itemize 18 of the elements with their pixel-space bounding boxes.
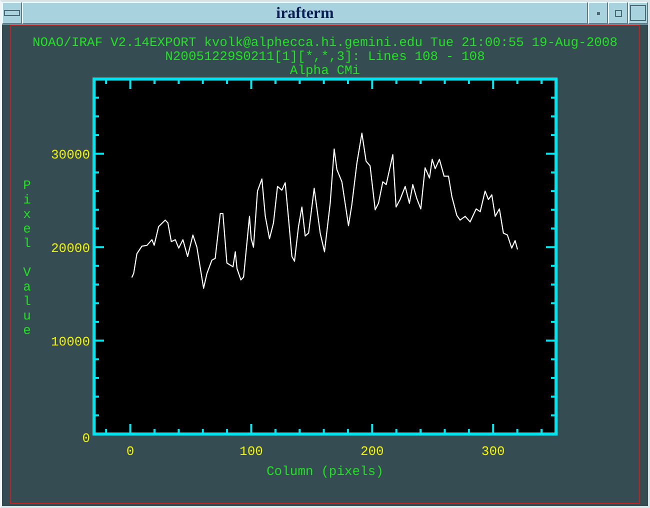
x-tick-label: 200: [360, 444, 384, 459]
x-tick-label: 300: [481, 444, 505, 459]
y-tick-label: 0: [82, 431, 90, 446]
maximize-button[interactable]: [628, 2, 648, 24]
y-tick-label: 30000: [50, 148, 90, 163]
y-tick-label: 10000: [50, 334, 90, 350]
x-tick-label: 0: [126, 444, 134, 459]
header-line: NOAO/IRAF V2.14EXPORT kvolk@alphecca.hi.gemini.edu Tue 21:00:55 19-Aug-2008: [32, 35, 618, 50]
window-title: irafterm: [22, 2, 588, 24]
plot-title: Alpha CMi: [290, 63, 360, 78]
x-tick-label: 100: [240, 444, 263, 459]
x-axis-label: Column (pixels): [266, 464, 384, 479]
y-axis-label: Pixel Value: [23, 178, 31, 338]
window-menu-button[interactable]: [2, 2, 22, 24]
y-tick-label: 20000: [50, 241, 90, 256]
header-line: N20051229S0211[1][*,*,3]: Lines 108 - 108: [165, 49, 485, 64]
restore-button[interactable]: [608, 2, 628, 24]
minimize-button[interactable]: [588, 2, 608, 24]
